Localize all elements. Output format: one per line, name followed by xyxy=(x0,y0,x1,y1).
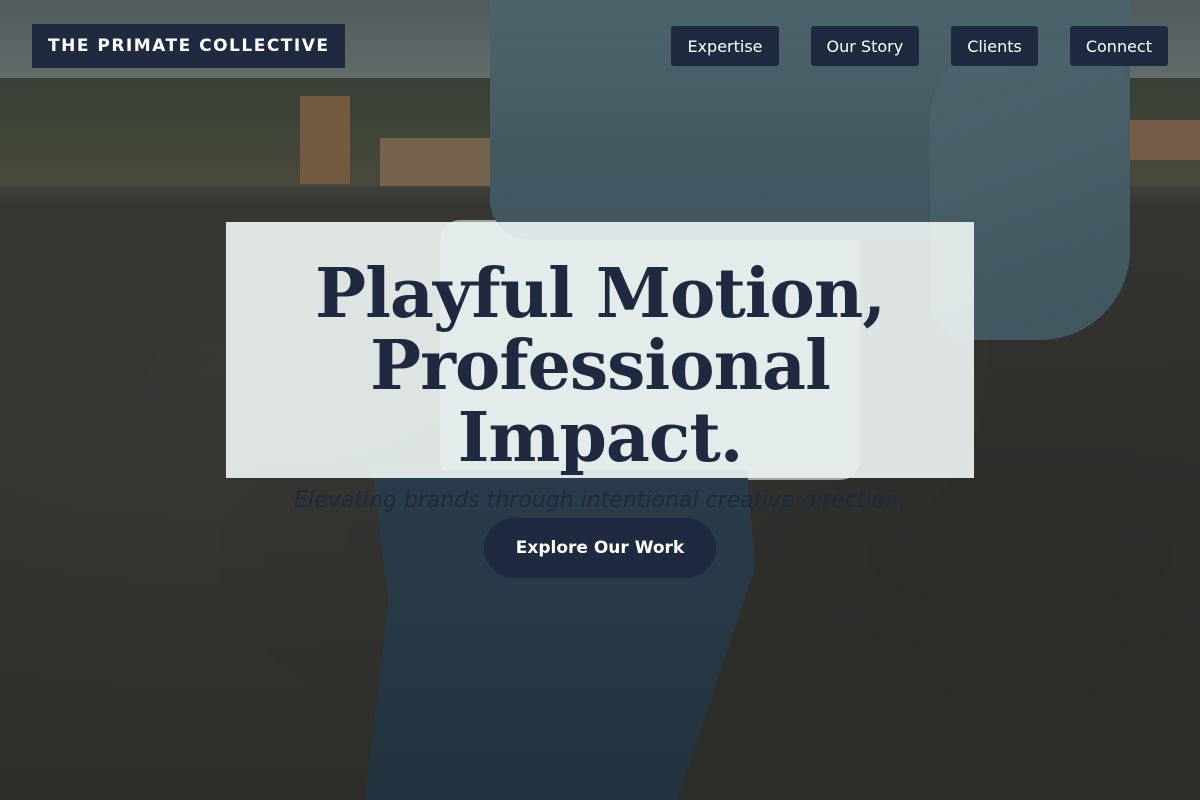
hero-subtitle: Elevating brands through intentional cre… xyxy=(294,488,906,513)
hero-title-line-1: Playful Motion, xyxy=(314,254,886,334)
hero-card: Playful Motion, Professional Impact. Ele… xyxy=(226,222,974,513)
hero-title-line-2: Professional Impact. xyxy=(370,326,831,478)
brand-logo[interactable]: THE PRIMATE COLLECTIVE xyxy=(32,24,346,68)
explore-work-button[interactable]: Explore Our Work xyxy=(484,518,716,578)
nav-expertise[interactable]: Expertise xyxy=(671,26,779,66)
hero-title: Playful Motion, Professional Impact. xyxy=(226,222,974,474)
nav-clients[interactable]: Clients xyxy=(951,26,1038,66)
main-nav: Expertise Our Story Clients Connect xyxy=(671,26,1168,66)
page: THE PRIMATE COLLECTIVE Expertise Our Sto… xyxy=(0,0,1200,800)
nav-our-story[interactable]: Our Story xyxy=(810,26,920,66)
nav-connect[interactable]: Connect xyxy=(1069,26,1168,66)
